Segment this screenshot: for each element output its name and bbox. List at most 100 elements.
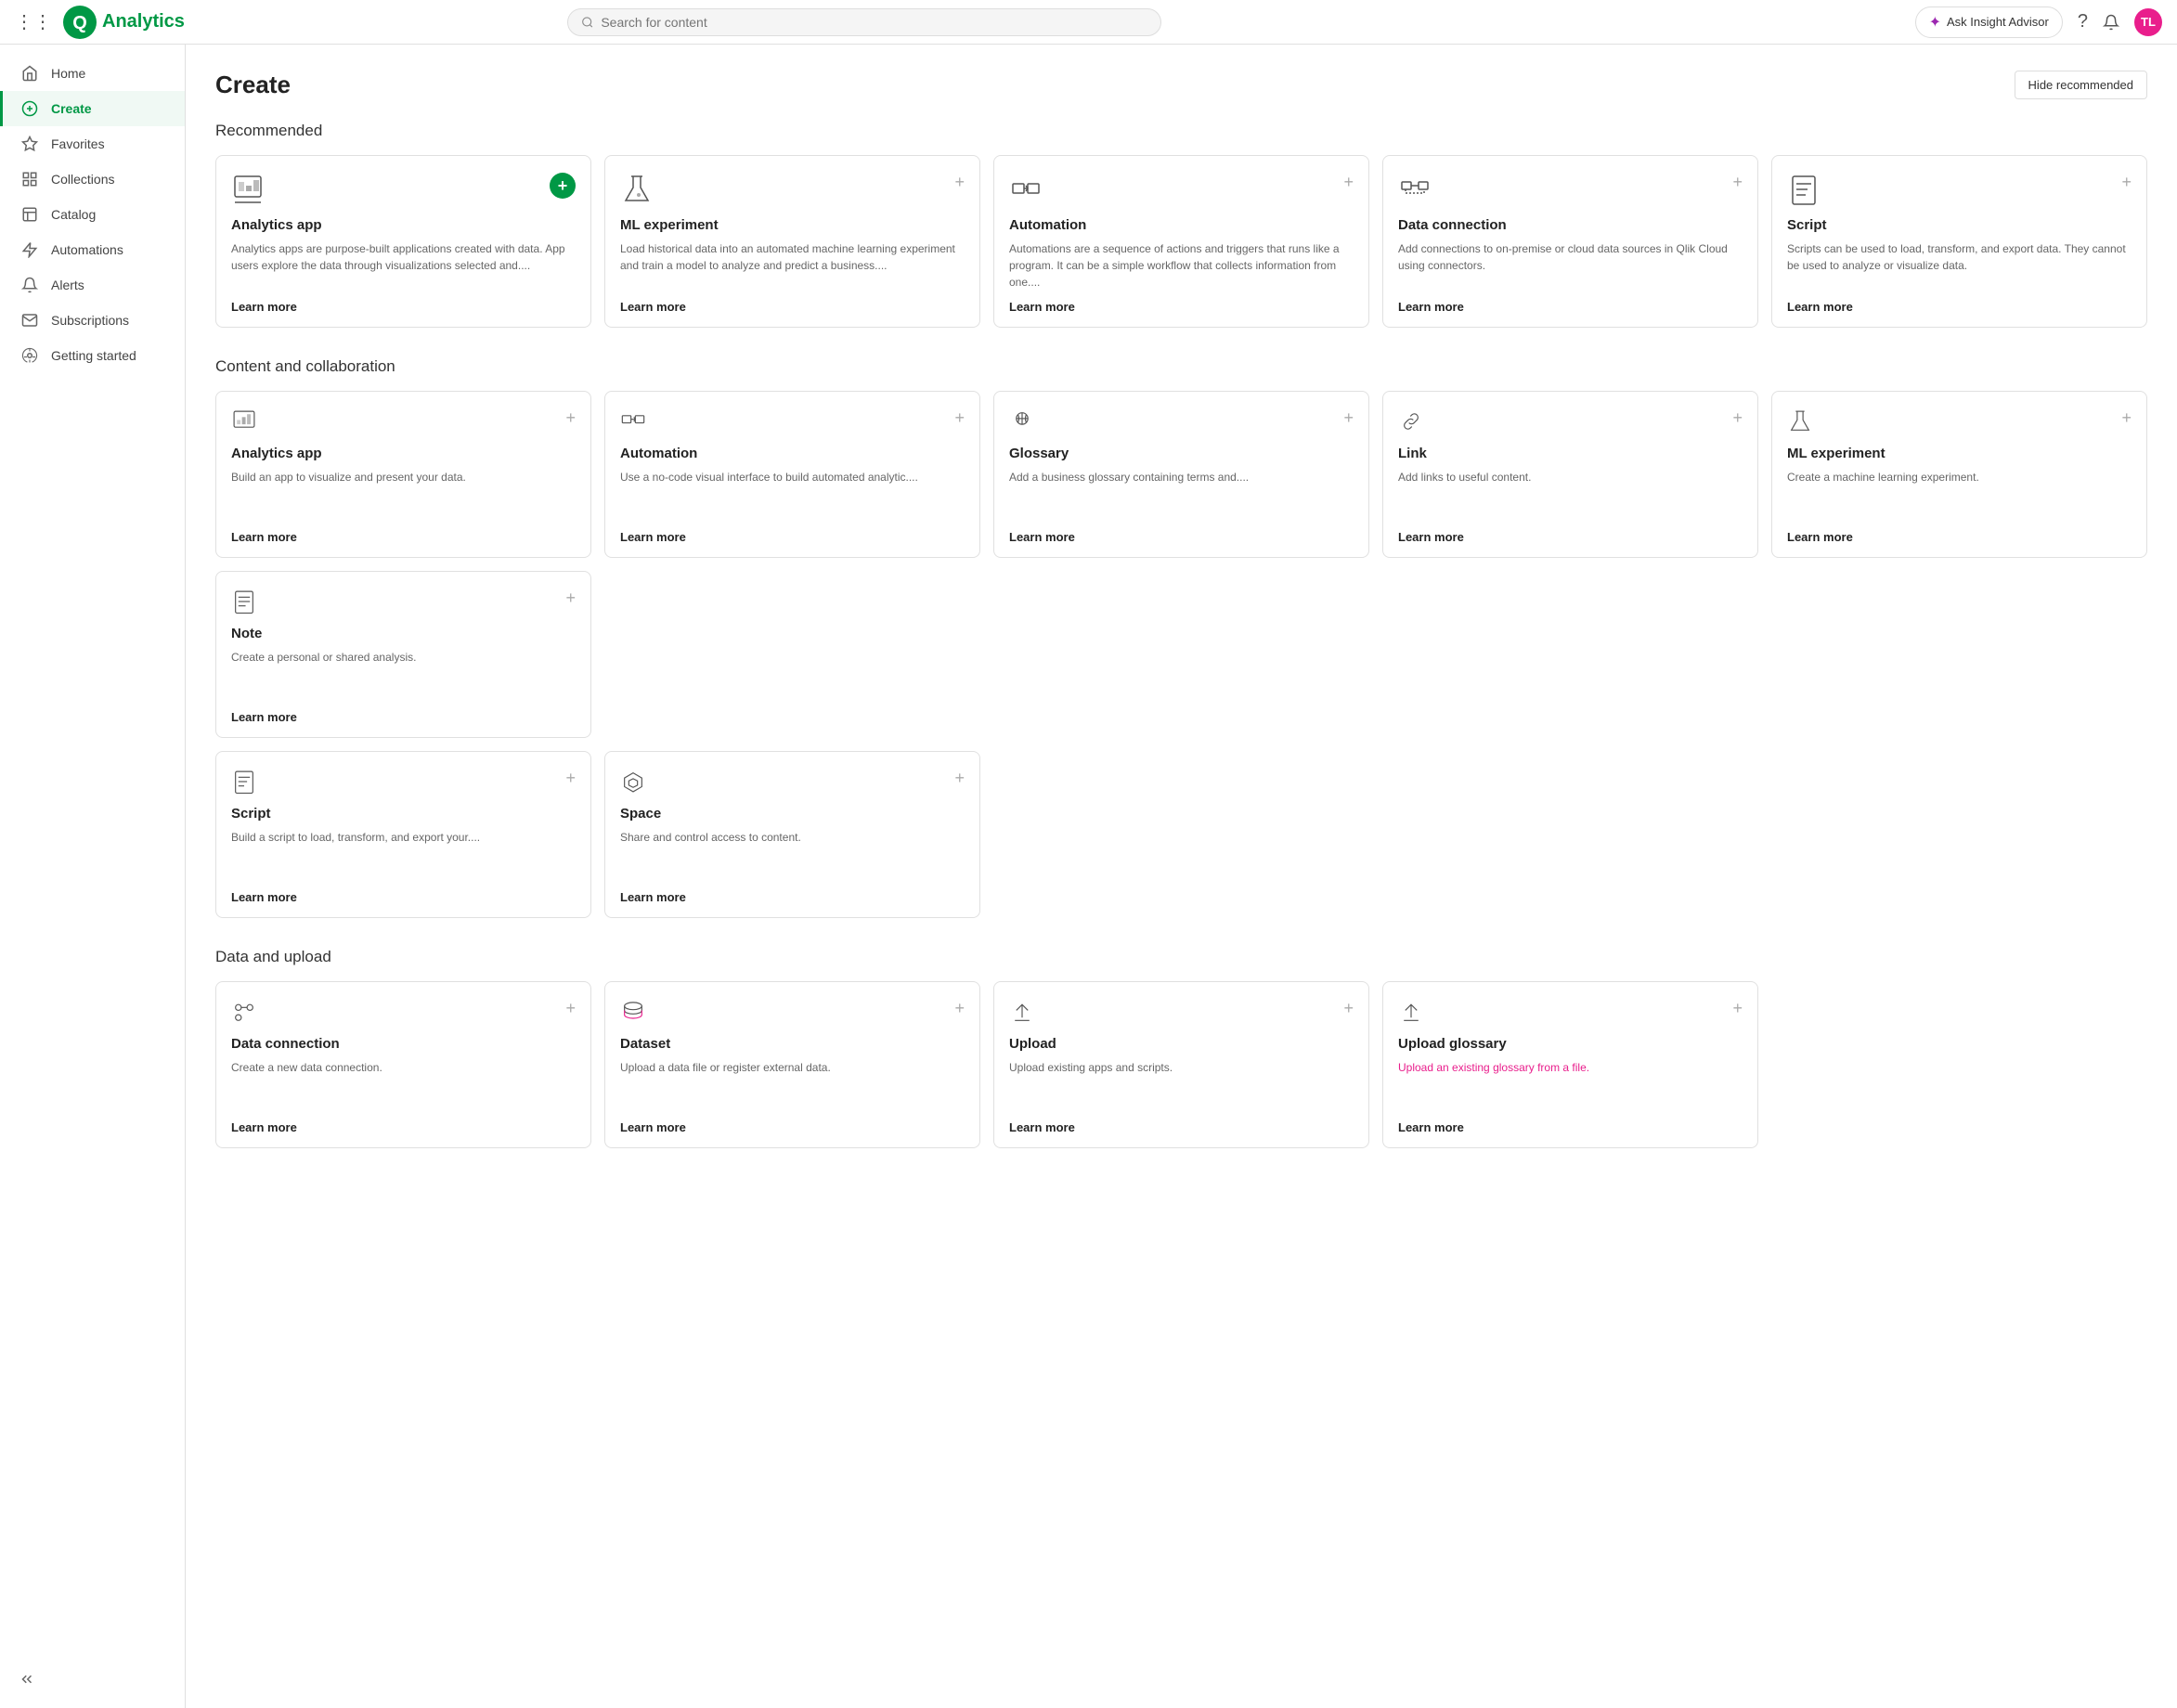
ml-experiment-cc-learn-more[interactable]: Learn more [1787, 530, 2132, 544]
automation-recommended-learn-more[interactable]: Learn more [1009, 300, 1354, 314]
space-cc-learn-more[interactable]: Learn more [620, 890, 965, 904]
data-connection-du-title: Data connection [231, 1036, 576, 1052]
analytics-app2-icon [231, 408, 257, 434]
search-bar[interactable] [567, 8, 1161, 36]
card-analytics-app-recommended[interactable]: + Analytics app Analytics apps are purpo… [215, 155, 591, 328]
card-script-cc[interactable]: + Script Build a script to load, transfo… [215, 751, 591, 918]
upload-du-learn-more[interactable]: Learn more [1009, 1120, 1354, 1134]
card-analytics-app-cc[interactable]: + Analytics app Build an app to visualiz… [215, 391, 591, 558]
analytics-app-cc-title: Analytics app [231, 446, 576, 461]
space-cc-title: Space [620, 806, 965, 822]
add-automation-cc-button[interactable]: + [954, 408, 965, 428]
card-automation-recommended[interactable]: + Automation Automations are a sequence … [993, 155, 1369, 328]
script-recommended-learn-more[interactable]: Learn more [1787, 300, 2132, 314]
analytics-app-cc-learn-more[interactable]: Learn more [231, 530, 576, 544]
hide-recommended-button[interactable]: Hide recommended [2015, 71, 2147, 99]
automation-cc-learn-more[interactable]: Learn more [620, 530, 965, 544]
automation-cc-title: Automation [620, 446, 965, 461]
sidebar-item-home[interactable]: Home [0, 56, 185, 91]
ml-experiment-icon [620, 173, 654, 206]
sidebar-item-favorites[interactable]: Favorites [0, 126, 185, 162]
card-glossary-cc[interactable]: + Glossary Add a business glossary conta… [993, 391, 1369, 558]
ml-experiment-cc-desc: Create a machine learning experiment. [1787, 469, 2132, 521]
card-upload-glossary-du[interactable]: + Upload glossary Upload an existing glo… [1382, 981, 1758, 1148]
sidebar-item-getting-started[interactable]: Getting started [0, 338, 185, 373]
card-script-recommended[interactable]: + Script Scripts can be used to load, tr… [1771, 155, 2147, 328]
add-upload-button[interactable]: + [1343, 999, 1354, 1018]
add-glossary-button[interactable]: + [1343, 408, 1354, 428]
note-cc-learn-more[interactable]: Learn more [231, 710, 576, 724]
dataset-du-title: Dataset [620, 1036, 965, 1052]
grid-menu-icon[interactable]: ⋮⋮ [15, 10, 52, 33]
data-connection-recommended-learn-more[interactable]: Learn more [1398, 300, 1743, 314]
sidebar-item-alerts[interactable]: Alerts [0, 267, 185, 303]
sidebar-item-subscriptions[interactable]: Subscriptions [0, 303, 185, 338]
add-data-connection-recommended-button[interactable]: + [1732, 173, 1743, 192]
add-analytics-app-cc-button[interactable]: + [565, 408, 576, 428]
add-note-button[interactable]: + [565, 589, 576, 608]
card-note-cc[interactable]: + Note Create a personal or shared analy… [215, 571, 591, 738]
card-data-connection-du[interactable]: + Data connection Create a new data conn… [215, 981, 591, 1148]
analytics-app-recommended-learn-more[interactable]: Learn more [231, 300, 576, 314]
glossary-icon [1009, 408, 1035, 434]
topnav: ⋮⋮ Q Analytics ✦ Ask Insight Advisor ? T… [0, 0, 2177, 45]
sidebar-label-alerts: Alerts [51, 278, 84, 292]
upload-glossary-du-desc: Upload an existing glossary from a file. [1398, 1059, 1743, 1111]
add-ml-experiment-cc-button[interactable]: + [2121, 408, 2132, 428]
sidebar: Home Create Favorites Collections Catalo [0, 45, 186, 1708]
data-connection-du-learn-more[interactable]: Learn more [231, 1120, 576, 1134]
sidebar-label-getting-started: Getting started [51, 348, 136, 363]
upload-du-title: Upload [1009, 1036, 1354, 1052]
card-ml-experiment-recommended[interactable]: + ML experiment Load historical data int… [604, 155, 980, 328]
help-icon[interactable]: ? [2078, 11, 2088, 32]
page-title: Create [215, 71, 291, 99]
sidebar-item-collections[interactable]: Collections [0, 162, 185, 197]
analytics-app-cc-desc: Build an app to visualize and present yo… [231, 469, 576, 521]
link-cc-learn-more[interactable]: Learn more [1398, 530, 1743, 544]
card-data-connection-recommended[interactable]: + Data connection Add connections to on-… [1382, 155, 1758, 328]
dataset-du-learn-more[interactable]: Learn more [620, 1120, 965, 1134]
card-automation-cc[interactable]: + Automation Use a no-code visual interf… [604, 391, 980, 558]
add-upload-glossary-button[interactable]: + [1732, 999, 1743, 1018]
sidebar-item-catalog[interactable]: Catalog [0, 197, 185, 232]
ml-experiment-recommended-learn-more[interactable]: Learn more [620, 300, 965, 314]
glossary-cc-learn-more[interactable]: Learn more [1009, 530, 1354, 544]
sidebar-item-create[interactable]: Create [0, 91, 185, 126]
add-space-button[interactable]: + [954, 769, 965, 788]
star-icon [21, 136, 42, 152]
content-collaboration-cards-grid: + Analytics app Build an app to visualiz… [215, 391, 2147, 738]
bell-icon[interactable] [2103, 14, 2119, 31]
card-space-cc[interactable]: + Space Share and control access to cont… [604, 751, 980, 918]
add-link-button[interactable]: + [1732, 408, 1743, 428]
insight-advisor-button[interactable]: ✦ Ask Insight Advisor [1915, 6, 2063, 38]
add-script-recommended-button[interactable]: + [2121, 173, 2132, 192]
add-automation-recommended-button[interactable]: + [1343, 173, 1354, 192]
script-cc-learn-more[interactable]: Learn more [231, 890, 576, 904]
content-collaboration-section: Content and collaboration + [215, 357, 2147, 918]
glossary-cc-title: Glossary [1009, 446, 1354, 461]
avatar[interactable]: TL [2134, 8, 2162, 36]
automations-icon [21, 241, 42, 258]
layout: Home Create Favorites Collections Catalo [0, 45, 2177, 1708]
upload-glossary-du-learn-more[interactable]: Learn more [1398, 1120, 1743, 1134]
sidebar-collapse-button[interactable] [0, 1662, 185, 1697]
add-data-connection-du-button[interactable]: + [565, 999, 576, 1018]
automation-cc-desc: Use a no-code visual interface to build … [620, 469, 965, 521]
script-cc-title: Script [231, 806, 576, 822]
alerts-icon [21, 277, 42, 293]
link-icon [1398, 408, 1424, 434]
sidebar-item-automations[interactable]: Automations [0, 232, 185, 267]
add-dataset-button[interactable]: + [954, 999, 965, 1018]
add-ml-experiment-recommended-button[interactable]: + [954, 173, 965, 192]
card-link-cc[interactable]: + Link Add links to useful content. Lear… [1382, 391, 1758, 558]
card-ml-experiment-cc[interactable]: + ML experiment Create a machine learnin… [1771, 391, 2147, 558]
automation-recommended-desc: Automations are a sequence of actions an… [1009, 240, 1354, 291]
sidebar-label-catalog: Catalog [51, 207, 96, 222]
add-script-cc-button[interactable]: + [565, 769, 576, 788]
search-input[interactable] [601, 15, 1147, 30]
analytics-app-recommended-desc: Analytics apps are purpose-built applica… [231, 240, 576, 291]
add-analytics-app-recommended-button[interactable]: + [550, 173, 576, 199]
note-cc-desc: Create a personal or shared analysis. [231, 649, 576, 701]
card-upload-du[interactable]: + Upload Upload existing apps and script… [993, 981, 1369, 1148]
card-dataset-du[interactable]: + Dataset Upload a data file or register… [604, 981, 980, 1148]
